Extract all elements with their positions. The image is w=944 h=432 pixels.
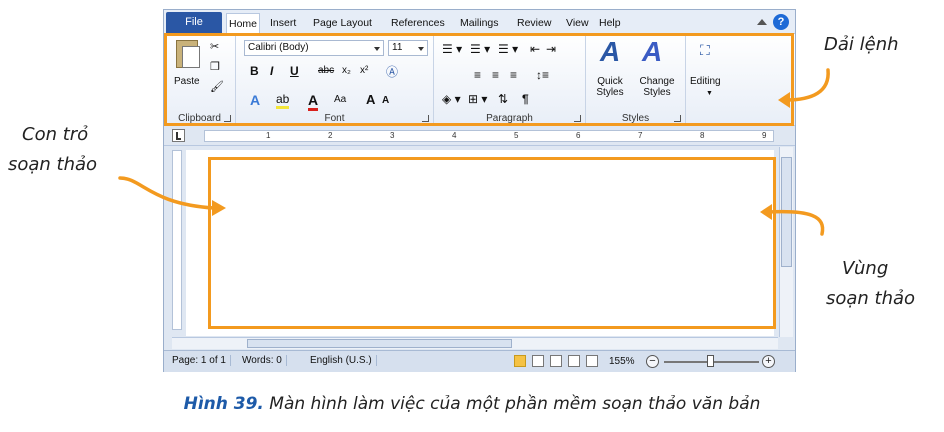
- cursor-callout-line1: Con trỏ: [22, 124, 89, 145]
- area-callout-line1: Vùng: [842, 258, 889, 279]
- area-callout-line2: soạn thảo: [826, 288, 916, 309]
- figure-caption-text: Màn hình làm việc của một phần mềm soạn …: [269, 394, 761, 414]
- area-arrowhead-icon: [760, 204, 772, 220]
- cursor-callout-line2: soạn thảo: [8, 154, 98, 175]
- figure-caption: Hình 39. Màn hình làm việc của một phần …: [0, 394, 944, 414]
- ribbon-arrowhead-icon: [778, 92, 790, 108]
- ribbon-callout: Dải lệnh: [824, 34, 899, 55]
- cursor-arrowhead-icon: [212, 200, 226, 216]
- area-arrow-line: [766, 209, 825, 236]
- callout-arrows: [118, 68, 830, 236]
- ribbon-arrow-line: [784, 68, 830, 102]
- cursor-arrow-line: [118, 176, 216, 210]
- figure-number: Hình 39.: [183, 394, 264, 414]
